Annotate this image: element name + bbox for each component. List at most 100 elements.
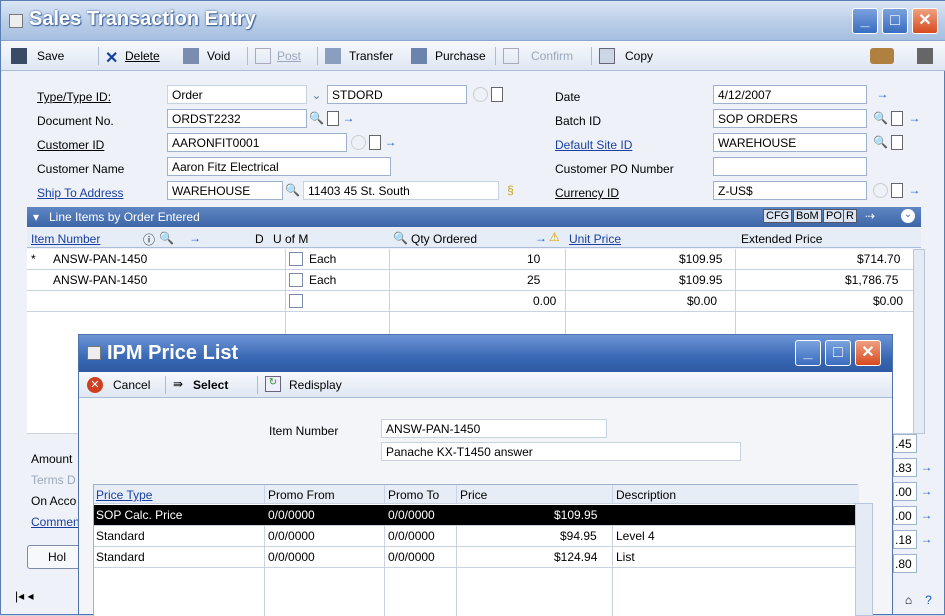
- grid-scrollbar[interactable]: [913, 249, 925, 434]
- close-button[interactable]: ✕: [912, 8, 938, 34]
- chevron-down-icon[interactable]: ⌄: [309, 88, 324, 103]
- save-button[interactable]: Save: [37, 49, 64, 63]
- copy-button[interactable]: Copy: [625, 49, 653, 63]
- customer-name-field[interactable]: Aaron Fitz Electrical: [167, 157, 391, 176]
- arrow-right-icon[interactable]: →: [383, 135, 398, 150]
- qty-ordered[interactable]: 0.00: [533, 294, 556, 308]
- note-icon[interactable]: [891, 135, 903, 150]
- line-items-title[interactable]: Line Items by Order Entered: [49, 210, 200, 224]
- uofm[interactable]: Each: [309, 252, 336, 266]
- void-icon[interactable]: [183, 48, 199, 64]
- price-row[interactable]: Standard 0/0/0000 0/0/0000 $94.95 Level …: [94, 526, 859, 547]
- maximize-button[interactable]: □: [825, 340, 851, 366]
- table-row[interactable]: 0.00 $0.00 $0.00: [27, 291, 913, 312]
- item-number[interactable]: ANSW-PAN-1450: [53, 252, 147, 266]
- copy-icon[interactable]: [599, 48, 615, 64]
- type-label[interactable]: Type/Type ID:: [37, 90, 111, 104]
- drop-ship-checkbox[interactable]: [289, 294, 303, 308]
- ship-to-field[interactable]: WAREHOUSE: [167, 181, 283, 200]
- info-icon[interactable]: ⓘ: [143, 231, 155, 248]
- arrow-right-icon[interactable]: →: [535, 231, 547, 245]
- price-row-selected[interactable]: SOP Calc. Price 0/0/0000 0/0/0000 $109.9…: [94, 505, 859, 526]
- note-icon[interactable]: [491, 87, 503, 102]
- uofm[interactable]: Each: [309, 273, 336, 287]
- qty-ordered[interactable]: 25: [527, 273, 540, 287]
- price-row[interactable]: Standard 0/0/0000 0/0/0000 $124.94 List: [94, 547, 859, 568]
- note-icon[interactable]: [891, 111, 903, 126]
- cfg-button[interactable]: CFG: [763, 209, 793, 223]
- col-item-number[interactable]: Item Number: [31, 232, 100, 246]
- post-button[interactable]: Post: [277, 49, 301, 63]
- lookup-icon[interactable]: [473, 87, 488, 102]
- purchase-button[interactable]: Purchase: [435, 49, 486, 63]
- date-field[interactable]: 4/12/2007: [713, 85, 867, 104]
- confirm-icon[interactable]: [503, 48, 519, 64]
- post-icon[interactable]: [255, 48, 271, 64]
- customer-id-label[interactable]: Customer ID: [37, 138, 104, 152]
- lookup-icon[interactable]: [351, 135, 366, 150]
- site-label[interactable]: Default Site ID: [555, 138, 632, 152]
- col-price-type[interactable]: Price Type: [96, 488, 152, 502]
- note-icon[interactable]: ⌂: [901, 593, 916, 608]
- void-button[interactable]: Void: [207, 49, 230, 63]
- arrow-right-icon[interactable]: →: [907, 111, 922, 126]
- arrow-right-icon[interactable]: →: [341, 111, 356, 126]
- arrow-right-icon[interactable]: →: [875, 87, 890, 102]
- unit-price[interactable]: $0.00: [687, 294, 717, 308]
- lookup-icon[interactable]: [873, 183, 888, 198]
- collapse-icon[interactable]: ▾: [33, 210, 39, 224]
- unit-price[interactable]: $109.95: [679, 252, 722, 266]
- minimize-button[interactable]: _: [795, 340, 821, 366]
- print-icon[interactable]: [917, 48, 933, 64]
- options-icon[interactable]: [870, 48, 894, 64]
- ship-to-label[interactable]: Ship To Address: [37, 186, 124, 200]
- arrow-right-icon[interactable]: →: [189, 231, 201, 245]
- table-row[interactable]: ANSW-PAN-1450 Each 25 $109.95 $1,786.75: [27, 270, 913, 291]
- type-id-field[interactable]: STDORD: [327, 85, 467, 104]
- address-icon[interactable]: §: [503, 183, 518, 198]
- warning-icon[interactable]: ⚠: [549, 230, 560, 244]
- drop-ship-checkbox[interactable]: [289, 273, 303, 287]
- type-field[interactable]: Order: [167, 85, 307, 104]
- minimize-button[interactable]: _: [852, 8, 878, 34]
- note-icon[interactable]: [369, 135, 381, 150]
- select-icon[interactable]: ⇛: [173, 377, 183, 391]
- maximize-button[interactable]: □: [882, 8, 908, 34]
- arrow-right-icon[interactable]: →: [919, 532, 934, 547]
- purchase-icon[interactable]: [411, 48, 427, 64]
- transfer-icon[interactable]: [325, 48, 341, 64]
- cancel-button[interactable]: Cancel: [113, 378, 150, 392]
- batch-field[interactable]: SOP ORDERS: [713, 109, 867, 128]
- expand-icon[interactable]: ⇢: [865, 209, 875, 223]
- delete-button[interactable]: Delete: [125, 49, 160, 63]
- table-row[interactable]: * ANSW-PAN-1450 Each 10 $109.95 $714.70: [27, 249, 913, 270]
- r-button[interactable]: R: [843, 209, 857, 223]
- drop-ship-checkbox[interactable]: [289, 252, 303, 266]
- close-button[interactable]: ✕: [855, 340, 881, 366]
- select-button[interactable]: Select: [193, 378, 228, 392]
- po-field[interactable]: [713, 157, 867, 176]
- po-button[interactable]: PO: [823, 209, 845, 223]
- record-nav[interactable]: |◂ ◂: [15, 589, 85, 609]
- redisplay-button[interactable]: Redisplay: [289, 378, 342, 392]
- site-field[interactable]: WAREHOUSE: [713, 133, 867, 152]
- redisplay-icon[interactable]: ↻: [265, 376, 281, 392]
- save-icon[interactable]: [11, 48, 27, 64]
- confirm-button[interactable]: Confirm: [531, 49, 573, 63]
- unit-price[interactable]: $109.95: [679, 273, 722, 287]
- search-icon[interactable]: 🔍: [159, 231, 174, 245]
- customer-id-field[interactable]: AARONFIT0001: [167, 133, 347, 152]
- search-icon[interactable]: 🔍: [873, 135, 888, 150]
- currency-label[interactable]: Currency ID: [555, 186, 619, 200]
- currency-field[interactable]: Z-US$: [713, 181, 867, 200]
- bom-button[interactable]: BoM: [793, 209, 822, 223]
- item-number[interactable]: ANSW-PAN-1450: [53, 273, 147, 287]
- comment-label[interactable]: Commen: [31, 515, 80, 529]
- col-unit-price[interactable]: Unit Price: [569, 232, 621, 246]
- arrow-right-icon[interactable]: →: [919, 460, 934, 475]
- help-icon[interactable]: ?: [921, 593, 936, 608]
- search-icon[interactable]: 🔍: [285, 183, 300, 198]
- search-icon[interactable]: 🔍: [393, 231, 408, 245]
- note-icon[interactable]: [327, 111, 339, 126]
- arrow-right-icon[interactable]: →: [919, 484, 934, 499]
